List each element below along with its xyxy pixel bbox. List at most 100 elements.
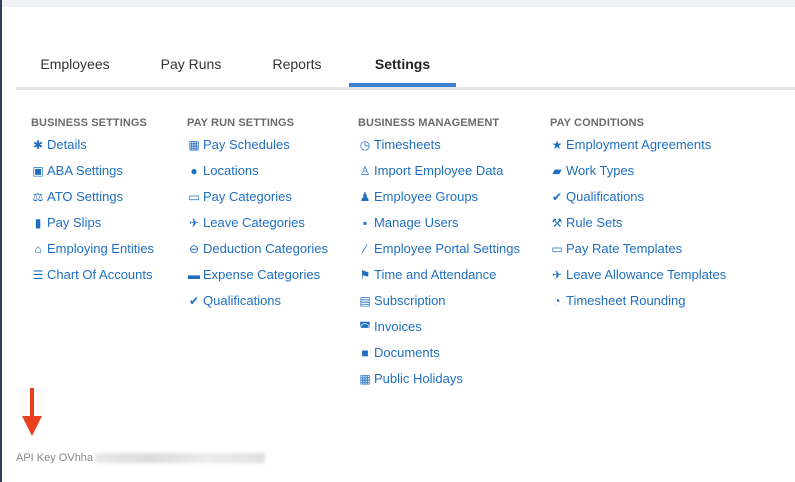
link-label: Qualifications [203,293,282,308]
minus-circle-icon: ⊖ [188,242,200,256]
money-icon: ▭ [188,190,200,204]
clock-icon: ◷ [359,138,371,152]
link-employee-portal-settings[interactable]: ⁄ Employee Portal Settings [358,240,520,266]
check-icon: ✔ [551,190,563,204]
arrow-down-icon [22,388,42,436]
clock-outline-icon: ◔ [553,294,561,308]
tab-settings[interactable]: Settings [349,44,456,88]
link-pay-rate-templates[interactable]: ▭ Pay Rate Templates [550,240,726,266]
link-invoices[interactable]: ◚ Invoices [358,318,520,344]
link-pay-slips[interactable]: ▮ Pay Slips [31,214,154,240]
file-icon: ▮ [34,216,42,230]
tab-pay-runs[interactable]: Pay Runs [144,44,238,88]
book-icon: ▰ [552,164,562,178]
tab-divider [16,87,795,90]
list-icon: ☰ [32,268,44,282]
link-label: ATO Settings [47,189,124,204]
link-rule-sets[interactable]: ⚒ Rule Sets [550,214,726,240]
credit-card-icon: ▤ [359,294,371,308]
link-label: Pay Slips [47,215,102,230]
link-label: Locations [203,163,259,178]
bank-icon: ⌂ [34,242,42,256]
check-icon: ✔ [188,294,200,308]
link-ato-settings[interactable]: ⚖ ATO Settings [31,188,154,214]
link-label: Pay Categories [203,189,292,204]
calendar-icon: ▦ [188,138,200,152]
link-subscription[interactable]: ▤ Subscription [358,292,520,318]
tab-reports[interactable]: Reports [256,44,338,88]
link-label: Time and Attendance [374,267,497,282]
users-pair-icon: ♙ [359,164,371,178]
tab-employees[interactable]: Employees [16,44,134,88]
top-bar [0,0,795,7]
link-label: Manage Users [374,215,459,230]
link-timesheets[interactable]: ◷ Timesheets [358,136,520,162]
link-manage-users[interactable]: ▪ Manage Users [358,214,520,240]
link-public-holidays[interactable]: ▦ Public Holidays [358,370,520,396]
link-locations[interactable]: ● Locations [187,162,328,188]
link-employment-agreements[interactable]: ★ Employment Agreements [550,136,726,162]
link-qualifications[interactable]: ✔ Qualifications [550,188,726,214]
link-label: Work Types [566,163,635,178]
group-icon: ♟ [359,190,371,204]
floppy-icon: ▣ [32,164,44,178]
link-label: Documents [374,345,440,360]
link-timesheet-rounding[interactable]: ◔ Timesheet Rounding [550,292,726,318]
column-heading: BUSINESS MANAGEMENT [358,117,500,129]
link-label: Details [47,137,87,152]
link-label: Import Employee Data [374,163,504,178]
link-employee-groups[interactable]: ♟ Employee Groups [358,188,520,214]
link-label: Deduction Categories [203,241,329,256]
link-chart-of-accounts[interactable]: ☰ Chart Of Accounts [31,266,154,292]
link-deduction-categories[interactable]: ⊖ Deduction Categories [187,240,328,266]
link-import-employee-data[interactable]: ♙ Import Employee Data [358,162,520,188]
link-label: Pay Rate Templates [566,241,683,256]
link-label: Subscription [374,293,446,308]
api-key-label: API Key OVhha [16,452,94,464]
link-qualifications[interactable]: ✔ Qualifications [187,292,328,318]
link-label: Timesheets [374,137,441,152]
link-details[interactable]: ✱ Details [31,136,154,162]
link-label: Pay Schedules [203,137,290,152]
link-pay-categories[interactable]: ▭ Pay Categories [187,188,328,214]
link-time-and-attendance[interactable]: ⚑ Time and Attendance [358,266,520,292]
link-documents[interactable]: ■ Documents [358,344,520,370]
gear-icon: ✱ [32,138,44,152]
api-key-redacted [95,453,266,464]
flag-icon: ⚑ [359,268,371,282]
pay-conditions-column: PAY CONDITIONS ★ Employment Agreements ▰ W… [550,116,726,318]
inbox-icon: ◚ [359,320,371,334]
link-leave-allowance-templates[interactable]: ✈ Leave Allowance Templates [550,266,726,292]
link-work-types[interactable]: ▰ Work Types [550,162,726,188]
main-tabs: Employees Pay Runs Reports Settings [16,44,795,88]
folder-icon: ■ [361,346,369,360]
wand-icon: ⁄ [363,242,366,256]
globe-icon: ● [190,164,198,178]
link-label: ABA Settings [47,163,123,178]
link-label: Qualifications [566,189,645,204]
pay-run-settings-column: PAY RUN SETTINGS ▦ Pay Schedules ● Locatio… [187,116,328,318]
gavel-icon: ⚒ [551,216,563,230]
link-label: Employee Groups [374,189,479,204]
link-label: Leave Categories [203,215,305,230]
link-employing-entities[interactable]: ⌂ Employing Entities [31,240,154,266]
link-label: Public Holidays [374,371,463,386]
plane-icon: ✈ [551,268,563,282]
business-settings-column: BUSINESS SETTINGS ✱ Details ▣ ABA Settings… [31,116,154,292]
link-aba-settings[interactable]: ▣ ABA Settings [31,162,154,188]
link-label: Invoices [374,319,422,334]
business-management-column: BUSINESS MANAGEMENT ◷ Timesheets ♙ Import … [358,116,520,396]
link-label: Leave Allowance Templates [566,267,727,282]
link-pay-schedules[interactable]: ▦ Pay Schedules [187,136,328,162]
scales-icon: ⚖ [32,190,44,204]
plane-icon: ✈ [188,216,200,230]
link-leave-categories[interactable]: ✈ Leave Categories [187,214,328,240]
link-label: Employing Entities [47,241,154,256]
link-expense-categories[interactable]: ▬ Expense Categories [187,266,328,292]
column-heading: BUSINESS SETTINGS [31,117,147,129]
link-label: Rule Sets [566,215,623,230]
column-heading: PAY CONDITIONS [550,117,645,129]
lock-icon: ▪ [362,216,368,230]
api-key: API Key OVhha [16,452,266,464]
column-heading: PAY RUN SETTINGS [187,117,295,129]
